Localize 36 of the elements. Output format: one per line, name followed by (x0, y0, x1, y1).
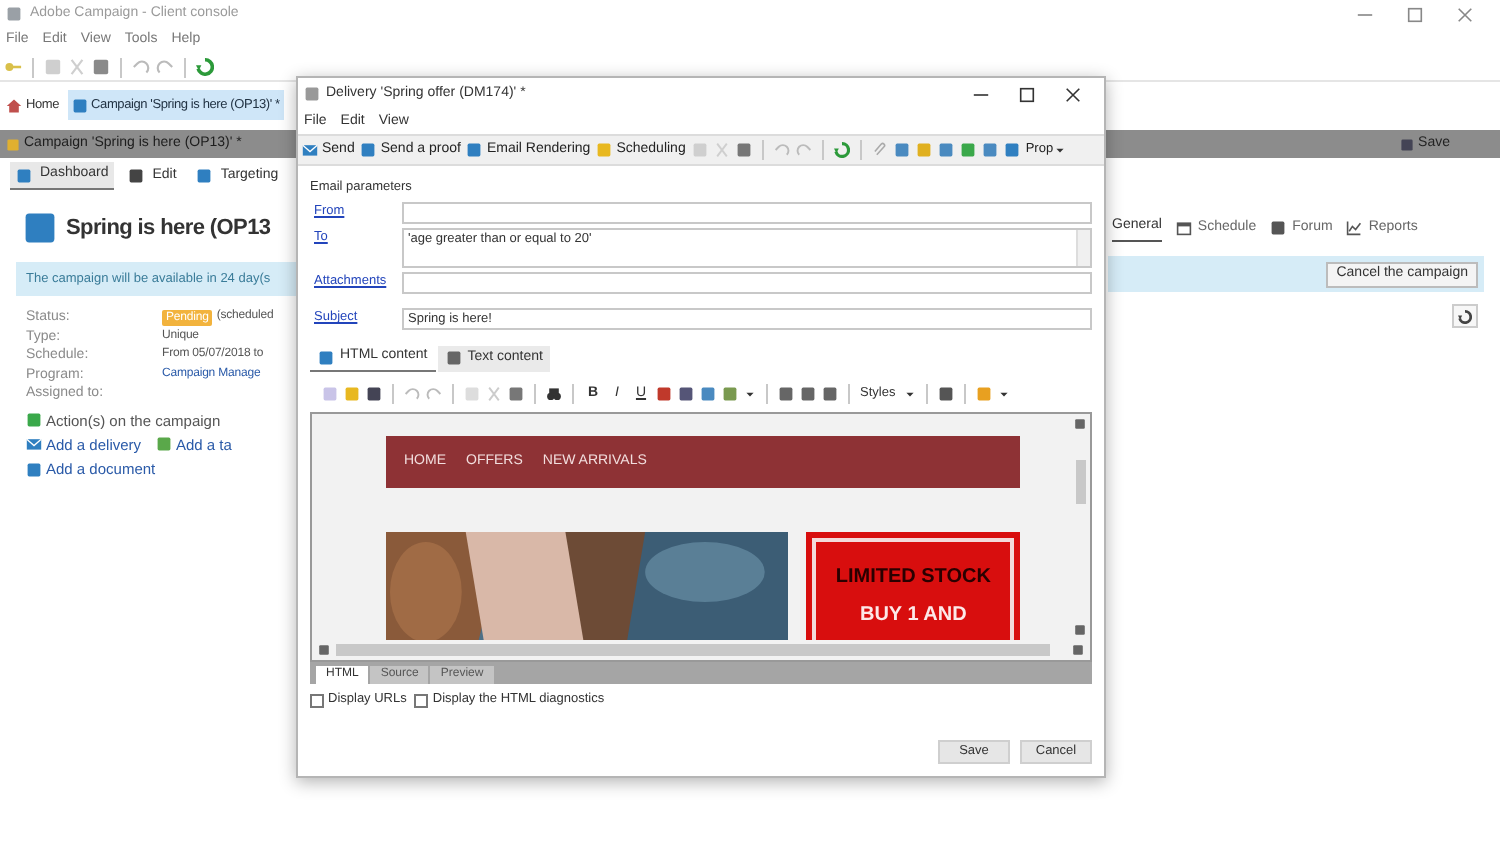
promo-text: BUY 1 AND (859, 602, 967, 630)
close-icon[interactable] (1064, 85, 1082, 103)
undo-icon[interactable] (132, 58, 150, 76)
undo-icon[interactable] (404, 386, 420, 402)
binoculars-icon[interactable] (546, 386, 562, 402)
vertical-scrollbar[interactable] (1070, 414, 1090, 640)
chart-icon (1346, 220, 1363, 236)
scroll-thumb[interactable] (336, 644, 1050, 656)
caret-icon[interactable] (744, 388, 756, 400)
caret-icon (903, 388, 916, 400)
input-field[interactable] (402, 272, 1092, 294)
redo-icon[interactable] (795, 142, 812, 158)
paperclip-icon[interactable] (871, 142, 888, 158)
key-icon[interactable] (4, 58, 22, 76)
refresh-icon[interactable] (833, 142, 850, 158)
refresh-button[interactable] (1452, 304, 1478, 328)
maximize-icon[interactable] (1018, 85, 1036, 103)
refresh-icon[interactable] (196, 58, 214, 76)
calendar-icon (1175, 220, 1192, 236)
promo-text: LIMITED STOCK (835, 564, 991, 592)
redo-icon[interactable] (426, 386, 442, 402)
scroll-thumb[interactable] (1075, 460, 1085, 504)
campaign-title: Spring is here (OP13 (66, 213, 271, 244)
envelope-icon (302, 142, 318, 158)
undo-icon[interactable] (773, 142, 790, 158)
caret-icon (1053, 144, 1066, 156)
caret-icon[interactable] (997, 388, 1010, 400)
input-field[interactable] (402, 202, 1092, 224)
refresh-icon (1458, 309, 1472, 323)
redo-icon[interactable] (156, 58, 174, 76)
horizontal-scrollbar[interactable] (312, 640, 1090, 660)
envelope-icon (26, 436, 42, 453)
house-icon (6, 97, 22, 113)
checkbox[interactable] (414, 693, 429, 707)
scrollbar[interactable] (1076, 230, 1090, 266)
checkbox[interactable] (310, 693, 324, 707)
